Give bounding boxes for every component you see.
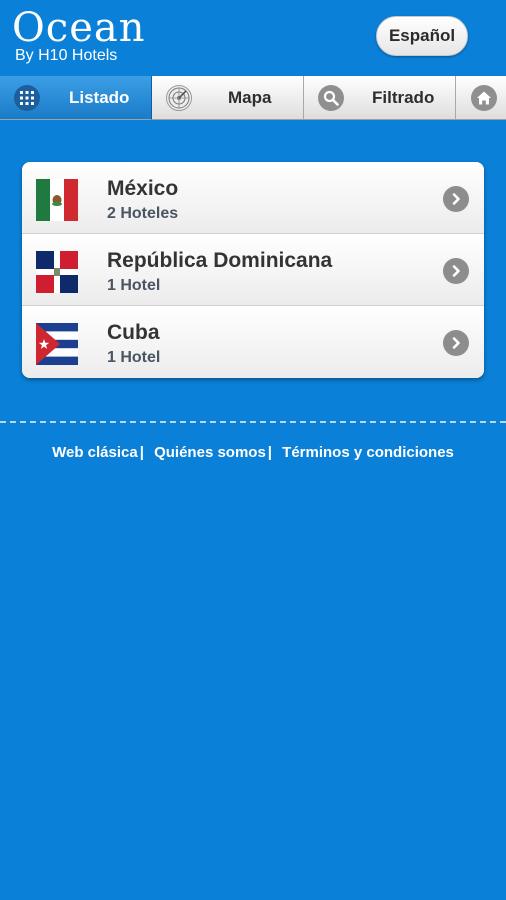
tab-home[interactable] — [456, 76, 506, 120]
footer-links: Web clásica | Quiénes somos | Términos y c… — [0, 444, 506, 461]
tab-label: Mapa — [228, 88, 272, 107]
chevron-right-icon — [443, 330, 469, 356]
tab-listado[interactable]: Listado — [0, 76, 152, 120]
language-button[interactable]: Español — [376, 16, 468, 56]
app-header: Ocean By H10 Hotels Español — [0, 0, 506, 76]
chevron-right-icon — [443, 258, 469, 284]
tab-mapa[interactable]: Mapa — [152, 76, 304, 120]
mexico-flag-icon — [36, 179, 78, 221]
hotel-count: 1 Hotel — [107, 277, 161, 294]
chevron-right-icon — [443, 186, 469, 212]
ocean-logo: Ocean By H10 Hotels — [12, 8, 145, 64]
grid-icon — [14, 85, 40, 111]
tab-label: Filtrado — [372, 88, 435, 107]
hotel-count: 1 Hotel — [107, 349, 161, 366]
quienes-somos-link[interactable]: Quiénes somos — [154, 444, 266, 461]
dominican-republic-flag-icon — [36, 251, 78, 293]
list-item-dominican-republic[interactable]: República Dominicana 1 Hotel — [22, 234, 484, 306]
list-item-mexico[interactable]: México 2 Hoteles — [22, 162, 484, 234]
country-name: República Dominicana — [107, 249, 333, 272]
list-item-cuba[interactable]: Cuba 1 Hotel — [22, 306, 484, 378]
tab-label: Listado — [69, 88, 130, 107]
separator: | — [139, 444, 144, 461]
cuba-flag-icon — [36, 323, 78, 365]
tab-bar: Listado Mapa Filtrado — [0, 76, 506, 120]
logo-title: Ocean — [12, 5, 146, 51]
hotel-count: 2 Hoteles — [107, 205, 179, 222]
country-name: Cuba — [107, 321, 160, 344]
terminos-link[interactable]: Términos y condiciones — [282, 444, 454, 461]
radar-icon — [166, 85, 192, 111]
search-icon — [318, 85, 344, 111]
tab-filtrado[interactable]: Filtrado — [304, 76, 456, 120]
dashed-divider — [0, 421, 506, 423]
country-name: México — [107, 177, 179, 200]
web-clasica-link[interactable]: Web clásica — [52, 444, 138, 461]
home-icon — [471, 85, 497, 111]
country-list: México 2 Hoteles República Dominicana 1 … — [22, 162, 484, 378]
separator: | — [267, 444, 272, 461]
